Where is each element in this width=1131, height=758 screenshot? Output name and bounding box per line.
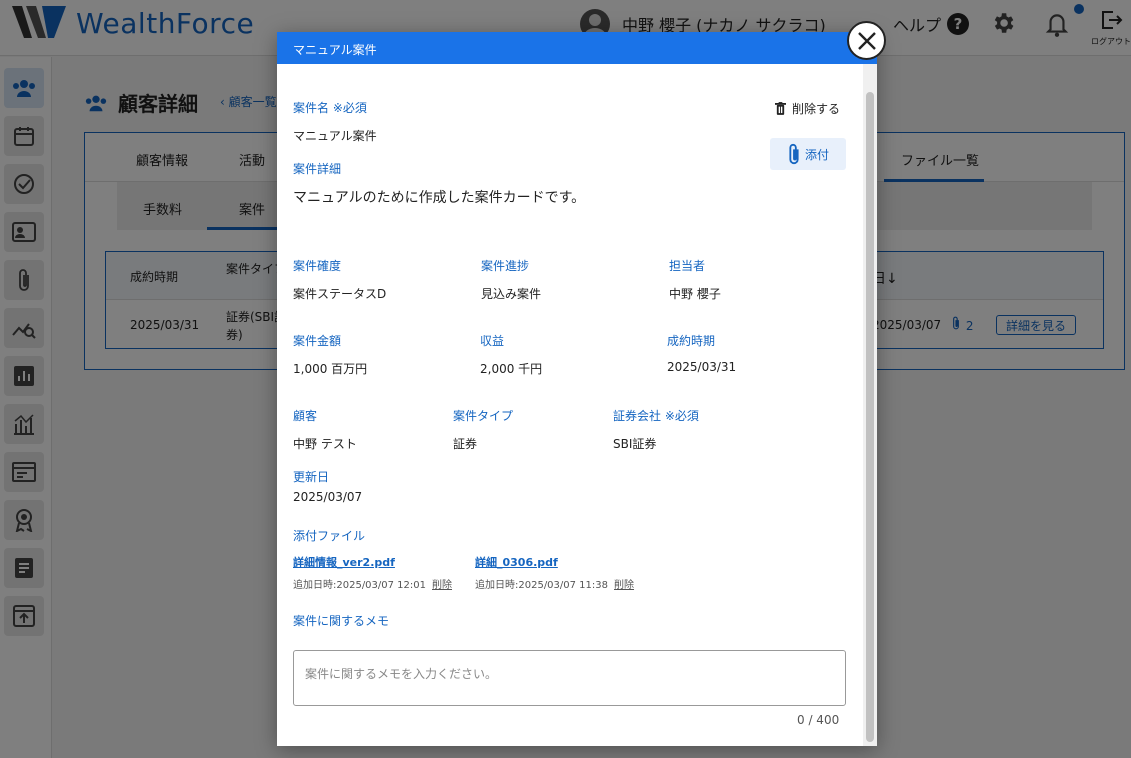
owner-label: 担当者 bbox=[669, 259, 706, 273]
deal-detail-label: 案件詳細 bbox=[293, 162, 342, 176]
deal-detail-value[interactable]: マニュアルのために作成した案件カードです。 bbox=[293, 187, 585, 207]
close-date-value[interactable]: 2025/03/31 bbox=[667, 360, 736, 374]
deal-name-value[interactable]: マニュアル案件 bbox=[293, 127, 377, 144]
revenue-value[interactable]: 2,000 千円 bbox=[480, 360, 542, 377]
memo-input[interactable] bbox=[293, 650, 846, 706]
file-added-time: 追加日時:2025/03/07 11:38 bbox=[475, 580, 609, 591]
modal-scrollbar[interactable] bbox=[863, 64, 877, 746]
updated-value: 2025/03/07 bbox=[293, 490, 363, 504]
certainty-value[interactable]: 案件ステータスD bbox=[293, 285, 386, 302]
attach-label: 添付 bbox=[804, 147, 829, 162]
scroll-thumb[interactable] bbox=[866, 92, 874, 742]
trash-icon bbox=[775, 102, 786, 115]
updated-label: 更新日 bbox=[293, 470, 330, 484]
file-link[interactable]: 詳細情報_ver2.pdf bbox=[293, 554, 395, 570]
amount-label: 案件金額 bbox=[293, 334, 342, 348]
attach-button[interactable]: 添付 bbox=[770, 138, 846, 170]
customer-label: 顧客 bbox=[293, 409, 318, 423]
file-delete-link[interactable]: 削除 bbox=[432, 580, 452, 591]
securities-company-value[interactable]: SBI証券 bbox=[613, 435, 656, 452]
delete-label: 削除する bbox=[792, 102, 841, 116]
progress-value[interactable]: 見込み案件 bbox=[481, 285, 541, 302]
delete-button[interactable]: 削除する bbox=[775, 100, 840, 117]
deal-name-label: 案件名 ※必須 bbox=[293, 101, 367, 115]
file-meta: 追加日時:2025/03/07 12:01 削除 bbox=[293, 576, 452, 591]
owner-value[interactable]: 中野 櫻子 bbox=[669, 285, 721, 302]
progress-label: 案件進捗 bbox=[481, 259, 530, 273]
deal-type-value[interactable]: 証券 bbox=[453, 435, 477, 452]
customer-value[interactable]: 中野 テスト bbox=[293, 435, 357, 452]
modal-title: マニュアル案件 bbox=[277, 32, 877, 64]
file-added-time: 追加日時:2025/03/07 12:01 bbox=[293, 580, 427, 591]
deal-modal: マニュアル案件 削除する 添付 案件名 ※必須 マニュアル案件 案件詳細 マニュ… bbox=[277, 32, 877, 746]
securities-company-label: 証券会社 ※必須 bbox=[613, 409, 699, 423]
file-delete-link[interactable]: 削除 bbox=[614, 580, 634, 591]
paperclip-icon bbox=[789, 143, 799, 165]
amount-value[interactable]: 1,000 百万円 bbox=[293, 360, 367, 377]
close-modal-button[interactable] bbox=[847, 21, 886, 60]
file-meta: 追加日時:2025/03/07 11:38 削除 bbox=[475, 576, 634, 591]
file-link[interactable]: 詳細_0306.pdf bbox=[475, 554, 558, 570]
revenue-label: 収益 bbox=[480, 334, 505, 348]
attached-files-label: 添付ファイル bbox=[293, 529, 366, 543]
memo-char-counter: 0 / 400 bbox=[797, 713, 840, 727]
close-icon bbox=[857, 31, 876, 50]
close-date-label: 成約時期 bbox=[667, 334, 716, 348]
deal-type-label: 案件タイプ bbox=[453, 409, 514, 423]
certainty-label: 案件確度 bbox=[293, 259, 342, 273]
memo-label: 案件に関するメモ bbox=[293, 614, 390, 628]
